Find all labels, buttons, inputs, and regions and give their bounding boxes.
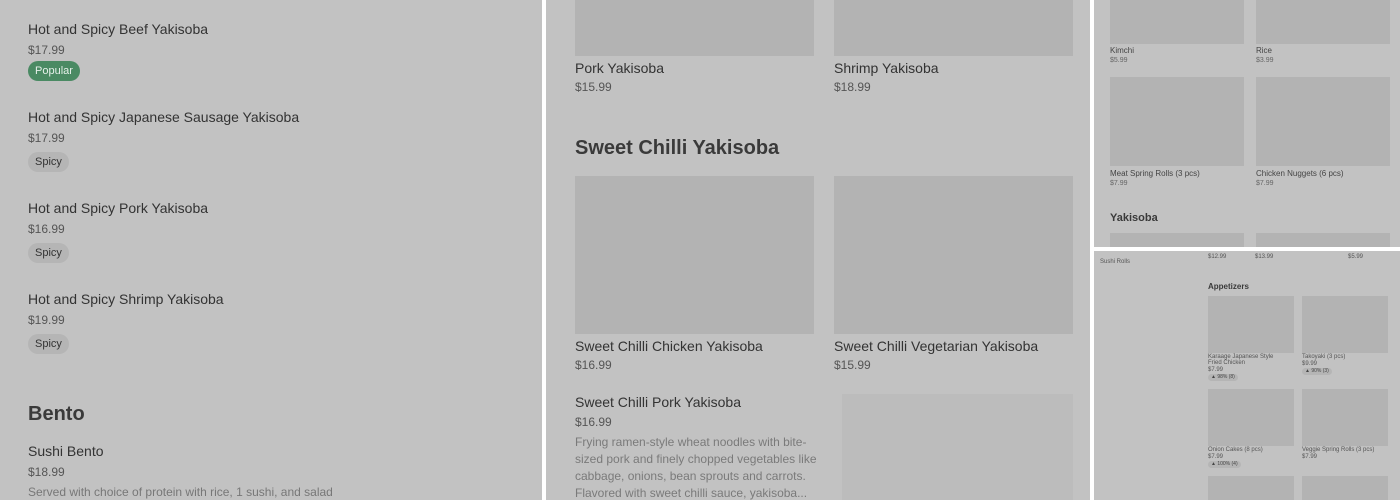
item-name: Chicken Nuggets (6 pcs)	[1256, 169, 1344, 178]
item-image	[1110, 233, 1244, 247]
item-image	[1208, 476, 1294, 500]
item-price: $12.99	[1208, 254, 1227, 260]
item-name: Hot and Spicy Japanese Sausage Yakisoba	[28, 109, 300, 125]
item-name: Veggie Spring Rolls (3 pcs)	[1302, 447, 1375, 453]
section-title-yakisoba: Yakisoba	[1110, 212, 1158, 224]
item-name: Sushi Bento	[28, 443, 104, 459]
item-image	[575, 176, 814, 334]
thumbs-up-icon: ▲	[1211, 374, 1216, 380]
item-name: Shrimp Yakisoba	[834, 60, 939, 76]
item-image	[1256, 233, 1390, 247]
item-price: $17.99	[28, 131, 65, 145]
item-description: Frying ramen-style wheat noodles with bi…	[575, 435, 817, 500]
item-price: $16.99	[575, 415, 612, 429]
item-image	[834, 0, 1073, 56]
appetizers-panel: $12.99 $13.99 $5.99 Sushi Rolls Appetize…	[1094, 251, 1400, 500]
spicy-badge: Spicy	[28, 334, 69, 354]
menu-list-panel: Hot and Spicy Beef Yakisoba $17.99 Popul…	[0, 0, 542, 500]
item-price: $3.99	[1256, 57, 1274, 64]
item-name: Rice	[1256, 46, 1273, 55]
item-price: $19.99	[28, 313, 65, 327]
item-image	[1256, 0, 1390, 44]
item-image	[1256, 77, 1390, 166]
item-image	[1208, 296, 1294, 353]
item-price: $7.99	[1256, 180, 1274, 187]
item-price: $16.99	[575, 358, 612, 372]
item-name: Sweet Chilli Vegetarian Yakisoba	[834, 338, 1039, 354]
item-price: $18.99	[28, 465, 65, 479]
item-price: $7.99	[1302, 454, 1318, 460]
spicy-badge: Spicy	[28, 243, 69, 263]
item-image	[1208, 389, 1294, 446]
item-image	[1302, 389, 1388, 446]
section-title-bento: Bento	[28, 403, 85, 425]
item-image	[1302, 476, 1388, 500]
thumbs-up-icon: ▲	[1305, 368, 1310, 374]
item-name: Sweet Chilli Pork Yakisoba	[575, 394, 742, 410]
item-price: $7.99	[1208, 367, 1224, 373]
item-name: Hot and Spicy Pork Yakisoba	[28, 200, 209, 216]
item-description: Served with choice of protein with rice,…	[28, 485, 333, 499]
thumbs-up-icon: ▲	[1211, 461, 1216, 467]
item-name: Pork Yakisoba	[575, 60, 664, 76]
item-image	[1110, 0, 1244, 44]
item-name: Sweet Chilli Chicken Yakisoba	[575, 338, 763, 354]
item-price: $7.99	[1110, 180, 1128, 187]
item-name: Karaage Japanese Style Fried Chicken	[1208, 354, 1274, 366]
item-name: Takoyaki (3 pcs)	[1302, 354, 1346, 360]
item-name: Hot and Spicy Shrimp Yakisoba	[28, 291, 224, 307]
menu-grid-panel: Pork Yakisoba $15.99 Shrimp Yakisoba $18…	[546, 0, 1090, 500]
item-price: $15.99	[834, 358, 871, 372]
section-title-sweet-chilli: Sweet Chilli Yakisoba	[575, 137, 780, 159]
item-name: Hot and Spicy Beef Yakisoba	[28, 21, 209, 37]
popular-badge: Popular	[28, 61, 80, 81]
item-name: Onion Cakes (8 pcs)	[1208, 447, 1263, 453]
item-price: $9.99	[1302, 361, 1318, 367]
item-price: $16.99	[28, 222, 65, 236]
item-price: $5.99	[1348, 254, 1364, 260]
rating-badge: ▲ 98% (8)	[1208, 374, 1238, 381]
sidebar-item-sushi-rolls[interactable]: Sushi Rolls	[1100, 259, 1130, 265]
item-price: $5.99	[1110, 57, 1128, 64]
sides-panel: Kimchi $5.99 Rice $3.99 Meat Spring Roll…	[1094, 0, 1400, 247]
spicy-badge: Spicy	[28, 152, 69, 172]
item-image	[842, 394, 1073, 500]
item-price: $7.99	[1208, 454, 1224, 460]
item-price: $13.99	[1255, 254, 1274, 260]
item-image	[1110, 77, 1244, 166]
item-price: $15.99	[575, 80, 612, 94]
section-title-appetizers: Appetizers	[1208, 282, 1249, 291]
item-name: Meat Spring Rolls (3 pcs)	[1110, 169, 1200, 178]
item-image	[1302, 296, 1388, 353]
rating-badge: ▲ 100% (4)	[1208, 461, 1241, 468]
rating-badge: ▲ 90% (3)	[1302, 368, 1332, 375]
item-image	[575, 0, 814, 56]
item-name: Kimchi	[1110, 46, 1135, 55]
item-price: $18.99	[834, 80, 871, 94]
item-image	[834, 176, 1073, 334]
item-price: $17.99	[28, 43, 65, 57]
